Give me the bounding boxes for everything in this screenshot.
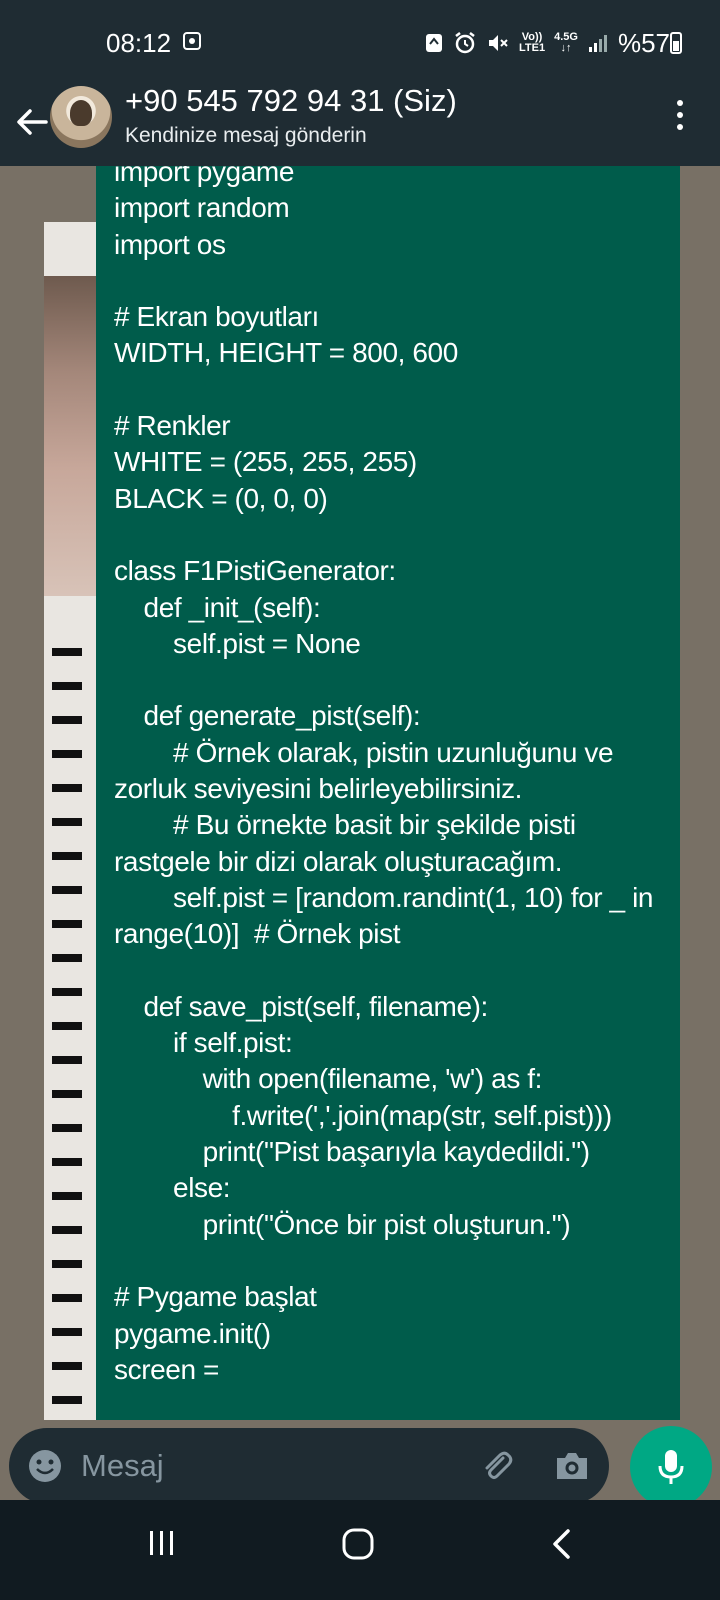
mute-icon bbox=[489, 35, 508, 51]
alarm-icon bbox=[455, 32, 475, 54]
battery-icon bbox=[670, 32, 682, 54]
screen-record-icon bbox=[183, 32, 201, 50]
signal-icon bbox=[588, 35, 607, 52]
back-arrow-icon[interactable] bbox=[12, 102, 52, 142]
message-bubble[interactable]: import pygame import random import os # … bbox=[96, 166, 680, 1420]
emoji-icon[interactable] bbox=[27, 1448, 63, 1484]
microphone-icon bbox=[658, 1450, 684, 1484]
wallpaper-notebook-spiral bbox=[52, 636, 82, 1420]
contact-subtitle[interactable]: Kendinize mesaj gönderin bbox=[125, 124, 367, 148]
recent-apps-icon[interactable] bbox=[146, 1528, 178, 1558]
volte-indicator: Vo)) LTE1 bbox=[519, 31, 546, 54]
nav-back-icon[interactable] bbox=[548, 1528, 576, 1560]
battery-percent: %57 bbox=[617, 27, 670, 58]
chat-area[interactable]: import pygame import random import os # … bbox=[0, 166, 720, 1420]
paperclip-icon[interactable] bbox=[479, 1448, 515, 1484]
data-indicator: 4.5G ↓↑ bbox=[554, 31, 578, 54]
camera-icon[interactable] bbox=[553, 1448, 591, 1484]
composer-area bbox=[0, 1420, 720, 1504]
avatar[interactable] bbox=[50, 86, 112, 148]
wallpaper-face bbox=[44, 276, 104, 596]
chat-header: +90 545 792 94 31 (Siz) Kendinize mesaj … bbox=[0, 83, 720, 166]
message-input[interactable] bbox=[81, 1446, 461, 1486]
message-composer bbox=[9, 1428, 609, 1504]
voice-record-button[interactable] bbox=[630, 1426, 712, 1508]
more-options-icon[interactable] bbox=[676, 100, 684, 134]
status-bar: 08:12 Vo)) LTE1 4.5G ↓↑ %57 bbox=[0, 0, 720, 86]
status-time: 08:12 bbox=[106, 28, 172, 58]
system-nav-bar bbox=[0, 1500, 720, 1600]
contact-name[interactable]: +90 545 792 94 31 (Siz) bbox=[125, 83, 457, 119]
recycle-icon bbox=[426, 34, 443, 52]
message-text: import pygame import random import os # … bbox=[114, 166, 654, 1385]
home-icon[interactable] bbox=[342, 1528, 374, 1560]
status-icons: Vo)) LTE1 4.5G ↓↑ %57 bbox=[424, 28, 670, 58]
